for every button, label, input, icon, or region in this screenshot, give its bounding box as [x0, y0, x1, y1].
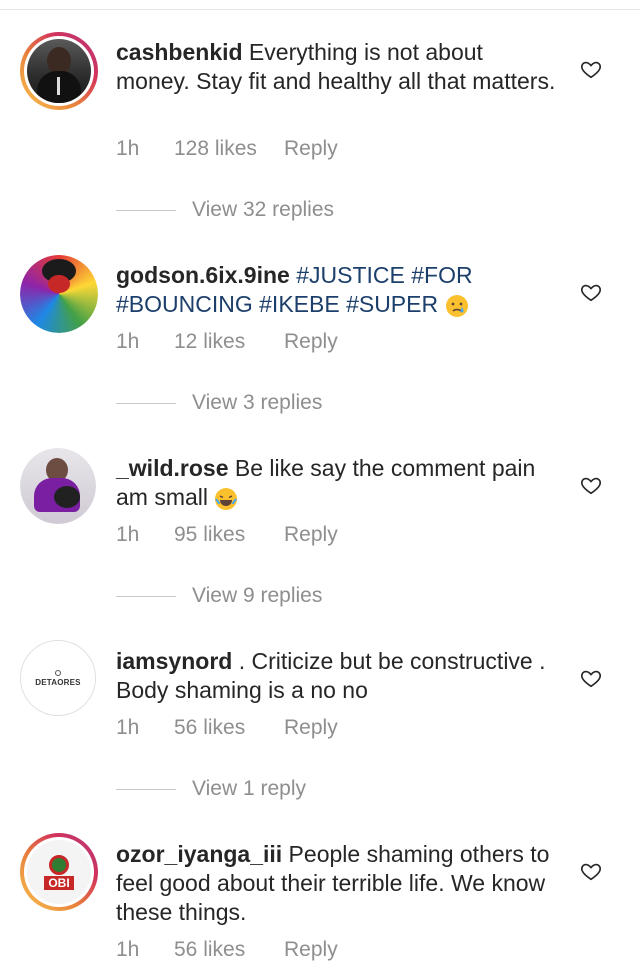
reply-button[interactable]: Reply: [284, 716, 338, 740]
avatar[interactable]: [20, 448, 96, 524]
view-replies-button[interactable]: View 9 replies: [116, 584, 322, 608]
comment-text: godson.6ix.9ine #JUSTICE #FOR #BOUNCING …: [116, 261, 556, 319]
comment-time: 1h: [116, 523, 140, 546]
like-heart-icon[interactable]: [580, 474, 602, 496]
comment-meta: 1h 128 likes Reply: [116, 137, 338, 161]
reply-button[interactable]: Reply: [284, 137, 338, 161]
avatar[interactable]: [20, 255, 98, 333]
view-replies-button[interactable]: View 3 replies: [116, 391, 322, 415]
view-replies-button[interactable]: View 32 replies: [116, 198, 334, 222]
replies-dash: [116, 209, 176, 211]
avatar-logo-text: OBI: [44, 875, 74, 890]
comment-likes[interactable]: 95 likes: [174, 523, 284, 547]
reply-button[interactable]: Reply: [284, 523, 338, 547]
comment-likes[interactable]: 56 likes: [174, 938, 284, 962]
replies-dash: [116, 788, 176, 790]
replies-dash: [116, 595, 176, 597]
avatar-logo: OBI: [27, 840, 91, 904]
comment-text: _wild.rose Be like say the comment pain …: [116, 454, 556, 512]
comment-likes[interactable]: 56 likes: [174, 716, 284, 740]
avatar-photo: [20, 255, 98, 333]
replies-dash: [116, 402, 176, 404]
comment-meta: 1h 56 likes Reply: [116, 716, 338, 740]
comment-meta: 1h 56 likes Reply: [116, 938, 338, 962]
reply-button[interactable]: Reply: [284, 330, 338, 354]
comment-likes[interactable]: 12 likes: [174, 330, 284, 354]
comment-username[interactable]: cashbenkid: [116, 39, 243, 65]
avatar-photo: [27, 39, 91, 103]
avatar-logo: DETAORES: [21, 641, 95, 715]
like-heart-icon[interactable]: [580, 281, 602, 303]
view-replies-label: View 3 replies: [192, 391, 323, 414]
comment-likes[interactable]: 128 likes: [174, 137, 284, 161]
comment-time: 1h: [116, 330, 140, 353]
avatar[interactable]: DETAORES: [20, 640, 96, 716]
comment-meta: 1h 95 likes Reply: [116, 523, 338, 547]
comment-meta: 1h 12 likes Reply: [116, 330, 338, 354]
comment-username[interactable]: _wild.rose: [116, 455, 228, 481]
comment-text: cashbenkid Everything is not about money…: [116, 38, 556, 96]
comment-username[interactable]: ozor_iyanga_iii: [116, 841, 282, 867]
view-replies-label: View 1 reply: [192, 777, 307, 800]
view-replies-button[interactable]: View 1 reply: [116, 777, 306, 801]
crying-face-icon: [445, 294, 468, 317]
like-heart-icon[interactable]: [580, 667, 602, 689]
comment-username[interactable]: godson.6ix.9ine: [116, 262, 290, 288]
comment-text: ozor_iyanga_iii People shaming others to…: [116, 840, 556, 927]
reply-button[interactable]: Reply: [284, 938, 338, 962]
comment-time: 1h: [116, 137, 140, 160]
avatar[interactable]: [20, 32, 98, 110]
avatar-logo-text: DETAORES: [35, 677, 81, 687]
view-replies-label: View 9 replies: [192, 584, 323, 607]
comment-time: 1h: [116, 716, 140, 739]
comment-time: 1h: [116, 938, 140, 961]
top-divider: [0, 0, 640, 10]
view-replies-label: View 32 replies: [192, 198, 335, 221]
comment-username[interactable]: iamsynord: [116, 648, 232, 674]
tears-of-joy-icon: [215, 487, 238, 510]
like-heart-icon[interactable]: [580, 58, 602, 80]
like-heart-icon[interactable]: [580, 860, 602, 882]
avatar[interactable]: OBI: [20, 833, 98, 911]
avatar-photo: [20, 448, 96, 524]
comment-text: iamsynord . Criticize but be constructiv…: [116, 647, 556, 705]
